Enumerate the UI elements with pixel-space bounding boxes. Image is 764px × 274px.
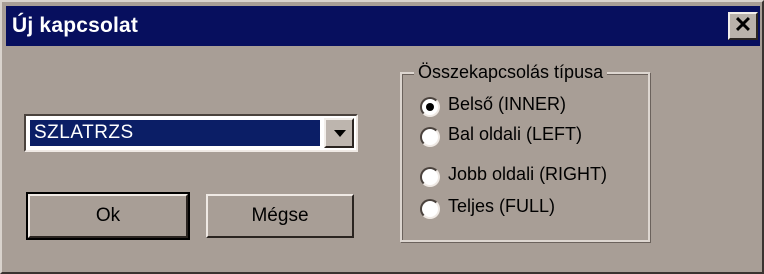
title-bar[interactable]: Új kapcsolat ✕: [6, 6, 760, 46]
table-select-value: SZLATRZS: [30, 120, 320, 146]
ok-button[interactable]: Ok: [26, 192, 190, 240]
radio-button-inner[interactable]: [420, 97, 440, 117]
radio-button-left[interactable]: [420, 127, 440, 147]
radio-label-left: Bal oldali (LEFT): [448, 124, 583, 144]
radio-selected-dot: [426, 103, 434, 111]
radio-label-right: Jobb oldali (RIGHT): [448, 164, 608, 184]
chevron-down-icon: [334, 130, 346, 137]
close-icon: ✕: [733, 12, 753, 37]
window-title: Új kapcsolat: [12, 14, 139, 37]
radio-label-full: Teljes (FULL): [448, 196, 556, 216]
join-type-legend: Összekapcsolás típusa: [414, 62, 608, 83]
dropdown-button[interactable]: [324, 118, 354, 148]
radio-button-full[interactable]: [420, 199, 440, 219]
table-select[interactable]: SZLATRZS: [24, 114, 358, 152]
cancel-button[interactable]: Mégse: [206, 194, 354, 238]
close-button[interactable]: ✕: [728, 12, 758, 40]
radio-label-inner: Belső (INNER): [448, 94, 567, 114]
radio-button-right[interactable]: [420, 167, 440, 187]
